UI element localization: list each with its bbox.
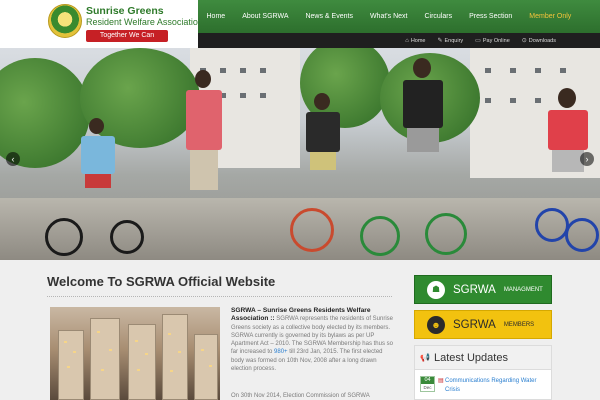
utility-bar: ⌂ Home ✎ Enquiry ▭ Pay Online ⊙ Download… [198, 33, 600, 48]
pencil-icon: ✎ [437, 38, 443, 44]
bicycle-wheel [425, 213, 467, 255]
card-icon: ▭ [475, 38, 481, 44]
logo-title: Sunrise Greens [86, 5, 164, 17]
bicycle-wheel [535, 208, 569, 242]
nav-circulars[interactable]: Circulars [416, 13, 461, 20]
page-title: Welcome To SGRWA Official Website [47, 274, 276, 289]
members-button-sublabel: MEMBERS [503, 321, 535, 328]
management-button-label: SGRWA [453, 283, 496, 296]
util-home-link[interactable]: ⌂ Home [405, 38, 425, 44]
person [180, 70, 230, 230]
updates-header: 📢 Latest Updates [415, 346, 551, 370]
bicycle-wheel [360, 216, 400, 256]
home-icon: ⌂ [405, 37, 409, 44]
util-pay-online-label: Pay Online [482, 37, 510, 44]
emblem-icon [48, 4, 82, 38]
util-enquiry-label: Enquiry [444, 37, 464, 44]
society-photo [50, 307, 220, 400]
logo-tagline: Together We Can [86, 30, 168, 42]
intro-paragraph: SGRWA – Sunrise Greens Residents Welfare… [231, 307, 393, 373]
bicycle-wheel [565, 218, 599, 252]
nav-home[interactable]: Home [198, 13, 234, 20]
members-button-label: SGRWA [453, 318, 496, 331]
update-link[interactable]: Communications Regarding Water Crisis [445, 377, 549, 395]
latest-updates-panel: 📢 Latest Updates 04 Dec ▤ Communications… [414, 345, 552, 400]
membership-count[interactable]: 980+ [274, 349, 288, 355]
management-button-sublabel: MANAGMENT [503, 286, 543, 293]
intro-paragraph-2: On 30th Nov 2014, Election Commission of… [231, 393, 370, 399]
sgrwa-management-button[interactable]: ☗ SGRWA MANAGMENT [414, 275, 552, 304]
logo-subtitle: Resident Welfare Association [86, 17, 203, 27]
nav-member-only[interactable]: Member Only [521, 13, 580, 20]
members-icon: ☻ [427, 315, 445, 334]
person [300, 93, 350, 213]
update-day: 04 [421, 377, 434, 384]
util-downloads-link[interactable]: ⊙ Downloads [521, 37, 556, 45]
util-enquiry-link[interactable]: ✎ Enquiry [437, 37, 464, 45]
sgrwa-members-button[interactable]: ☻ SGRWA MEMBERS [414, 310, 552, 339]
nav-press-section[interactable]: Press Section [461, 13, 521, 20]
download-icon: ⊙ [521, 38, 527, 44]
util-home-label: Home [410, 37, 426, 44]
bicycle-wheel [110, 220, 144, 254]
group-icon: ☗ [427, 280, 445, 299]
person [75, 118, 125, 238]
nav-news-events[interactable]: News & Events [297, 13, 361, 20]
util-downloads-label: Downloads [528, 37, 556, 44]
person [395, 58, 455, 208]
main-navigation: Home About SGRWA News & Events What's Ne… [198, 0, 600, 33]
update-date-badge: 04 Dec [420, 376, 435, 392]
slider-prev-button[interactable]: ‹ [6, 152, 20, 166]
slider-next-button[interactable]: › [580, 152, 594, 166]
pdf-icon: ▤ [438, 378, 444, 384]
update-month: Dec [423, 385, 432, 390]
util-pay-online-link[interactable]: ▭ Pay Online [475, 37, 510, 45]
site-logo[interactable]: Sunrise Greens Resident Welfare Associat… [0, 0, 203, 48]
nav-about[interactable]: About SGRWA [234, 13, 297, 20]
megaphone-icon: 📢 [420, 353, 430, 362]
bicycle-wheel [45, 218, 83, 256]
hero-slider: ‹ › [0, 48, 600, 260]
title-divider [47, 296, 392, 297]
bicycle-wheel [290, 208, 334, 252]
nav-whats-next[interactable]: What's Next [361, 13, 416, 20]
updates-title: Latest Updates [433, 351, 508, 364]
